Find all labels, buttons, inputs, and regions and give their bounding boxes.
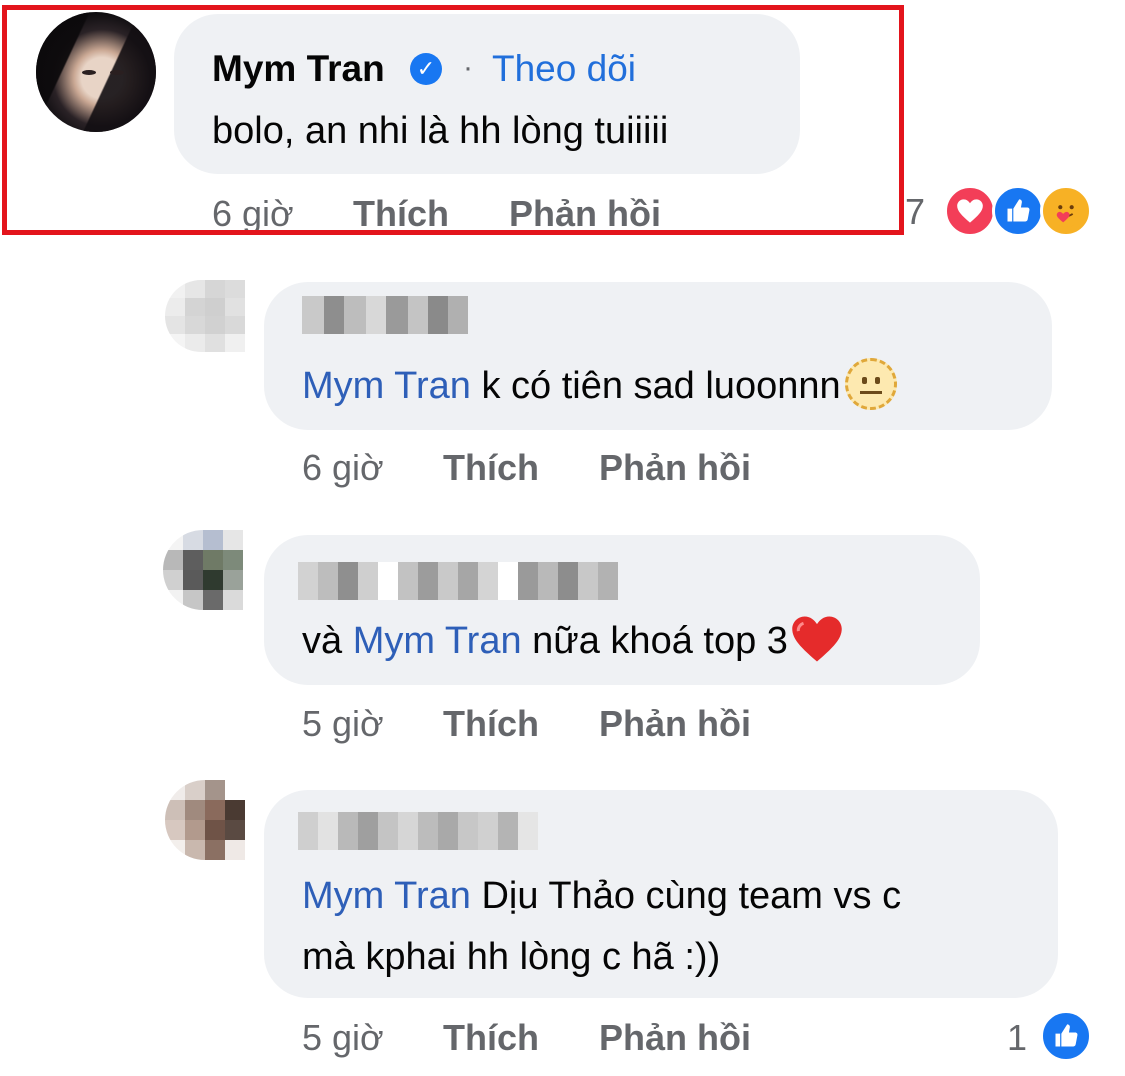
like-icon[interactable] <box>1040 1010 1092 1062</box>
reaction-count[interactable]: 7 <box>905 191 925 233</box>
comment-text-line: mà kphai hh lòng c hã :)) <box>302 936 721 978</box>
reply-button[interactable]: Phản hồi <box>509 193 661 235</box>
reply-button[interactable]: Phản hồi <box>599 447 751 489</box>
avatar[interactable] <box>36 12 156 132</box>
comment-time[interactable]: 5 giờ <box>302 1017 384 1059</box>
neutral-face-emoji <box>844 357 897 410</box>
like-button[interactable]: Thích <box>353 193 449 235</box>
mention-link[interactable]: Mym Tran <box>302 365 471 407</box>
avatar[interactable] <box>163 530 243 610</box>
comment-author[interactable]: Mym Tran <box>212 48 385 90</box>
reaction-count[interactable]: 1 <box>1007 1017 1027 1059</box>
care-icon[interactable] <box>1040 185 1092 237</box>
blurred-author-name[interactable] <box>302 296 468 334</box>
blurred-author-name[interactable] <box>298 562 618 600</box>
like-button[interactable]: Thích <box>443 703 539 745</box>
comment-text: Mym Tran k có tiên sad luoonnn <box>302 356 897 416</box>
comment-text-line: Mym Tran Dịu Thảo cùng team vs c <box>302 875 902 917</box>
reply-button[interactable]: Phản hồi <box>599 703 751 745</box>
verified-badge-icon: ✓ <box>410 53 442 85</box>
avatar[interactable] <box>165 780 245 860</box>
red-heart-emoji <box>792 616 842 662</box>
avatar[interactable] <box>165 280 245 352</box>
separator-dot: · <box>463 51 473 84</box>
blurred-author-name[interactable] <box>298 812 538 850</box>
love-icon[interactable] <box>944 185 996 237</box>
mention-link[interactable]: Mym Tran <box>302 875 471 917</box>
comment-text: bolo, an nhi là hh lòng tuiiiii <box>212 110 669 152</box>
mention-link[interactable]: Mym Tran <box>353 620 522 662</box>
like-button[interactable]: Thích <box>443 447 539 489</box>
comment-time[interactable]: 6 giờ <box>302 447 384 489</box>
comment-time[interactable]: 5 giờ <box>302 703 384 745</box>
like-button[interactable]: Thích <box>443 1017 539 1059</box>
comment-time[interactable]: 6 giờ <box>212 193 294 235</box>
follow-button[interactable]: Theo dõi <box>492 48 636 90</box>
like-icon[interactable] <box>992 185 1044 237</box>
reply-button[interactable]: Phản hồi <box>599 1017 751 1059</box>
comment-text: và Mym Tran nữa khoá top 3 <box>302 611 844 671</box>
